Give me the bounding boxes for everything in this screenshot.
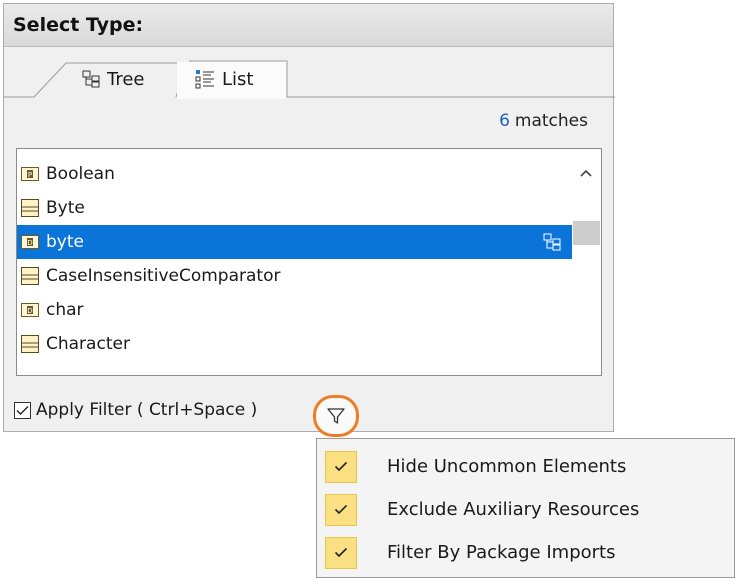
match-count-number: 6 <box>499 111 510 131</box>
menu-item-filter-package-imports[interactable]: Filter By Package Imports <box>317 531 734 574</box>
list-item[interactable]: D byte <box>17 225 573 259</box>
apply-filter-checkbox[interactable] <box>14 401 31 419</box>
tab-list-label: List <box>222 68 254 90</box>
data-type-icon: D <box>21 301 39 319</box>
list-item[interactable]: Character <box>17 327 573 361</box>
menu-check-icon <box>325 536 357 569</box>
list-scrollbar[interactable] <box>572 149 601 375</box>
match-count-label: matches <box>514 111 588 131</box>
tree-icon <box>82 70 100 88</box>
match-count: 6 matches <box>499 111 588 131</box>
tab-tree[interactable]: Tree <box>82 61 145 97</box>
show-in-tree-icon[interactable] <box>543 233 561 256</box>
class-icon <box>21 335 39 353</box>
list-item-label: CaseInsensitiveComparator <box>46 266 281 286</box>
tab-strip: Tree List <box>4 47 615 99</box>
scrollbar-thumb[interactable] <box>573 221 600 245</box>
checkmark-icon <box>16 405 29 415</box>
menu-check-icon <box>325 493 357 526</box>
select-type-panel: Select Type: Tree List 6 matches P Boole… <box>3 3 615 437</box>
class-icon <box>21 199 39 217</box>
menu-item-label: Filter By Package Imports <box>387 542 616 563</box>
apply-filter-label: Apply Filter ( Ctrl+Space ) <box>36 400 258 420</box>
type-list[interactable]: P Boolean Byte D byte CaseInsensitiveCom… <box>16 148 602 376</box>
list-item-label: Boolean <box>46 164 115 184</box>
menu-item-label: Hide Uncommon Elements <box>387 456 627 477</box>
svg-text:D: D <box>27 239 32 247</box>
data-type-icon: D <box>21 233 39 251</box>
menu-item-label: Exclude Auxiliary Resources <box>387 499 640 520</box>
menu-item-exclude-auxiliary[interactable]: Exclude Auxiliary Resources <box>317 488 734 531</box>
list-item-label: byte <box>46 232 84 252</box>
menu-item-hide-uncommon[interactable]: Hide Uncommon Elements <box>317 445 734 488</box>
filter-options-button[interactable] <box>313 395 359 437</box>
list-icon <box>195 69 215 89</box>
filter-options-menu: Hide Uncommon Elements Exclude Auxiliary… <box>316 438 735 578</box>
tab-list[interactable]: List <box>195 61 253 97</box>
svg-text:D: D <box>27 307 32 315</box>
list-item[interactable]: P Boolean <box>17 157 573 191</box>
list-item[interactable]: Byte <box>17 191 573 225</box>
class-icon <box>21 267 39 285</box>
scroll-up-icon[interactable] <box>579 163 593 182</box>
list-item[interactable]: D char <box>17 293 573 327</box>
tab-tree-label: Tree <box>107 68 145 90</box>
list-item[interactable]: CaseInsensitiveComparator <box>17 259 573 293</box>
apply-filter-option[interactable]: Apply Filter ( Ctrl+Space ) <box>14 400 257 420</box>
svg-text:P: P <box>28 171 32 179</box>
list-item-label: Character <box>46 334 130 354</box>
funnel-icon <box>327 408 345 424</box>
panel-title: Select Type: <box>4 4 613 47</box>
menu-check-icon <box>325 450 357 483</box>
primitive-type-icon: P <box>21 165 39 183</box>
list-item-label: char <box>46 300 84 320</box>
list-item-label: Byte <box>46 198 85 218</box>
